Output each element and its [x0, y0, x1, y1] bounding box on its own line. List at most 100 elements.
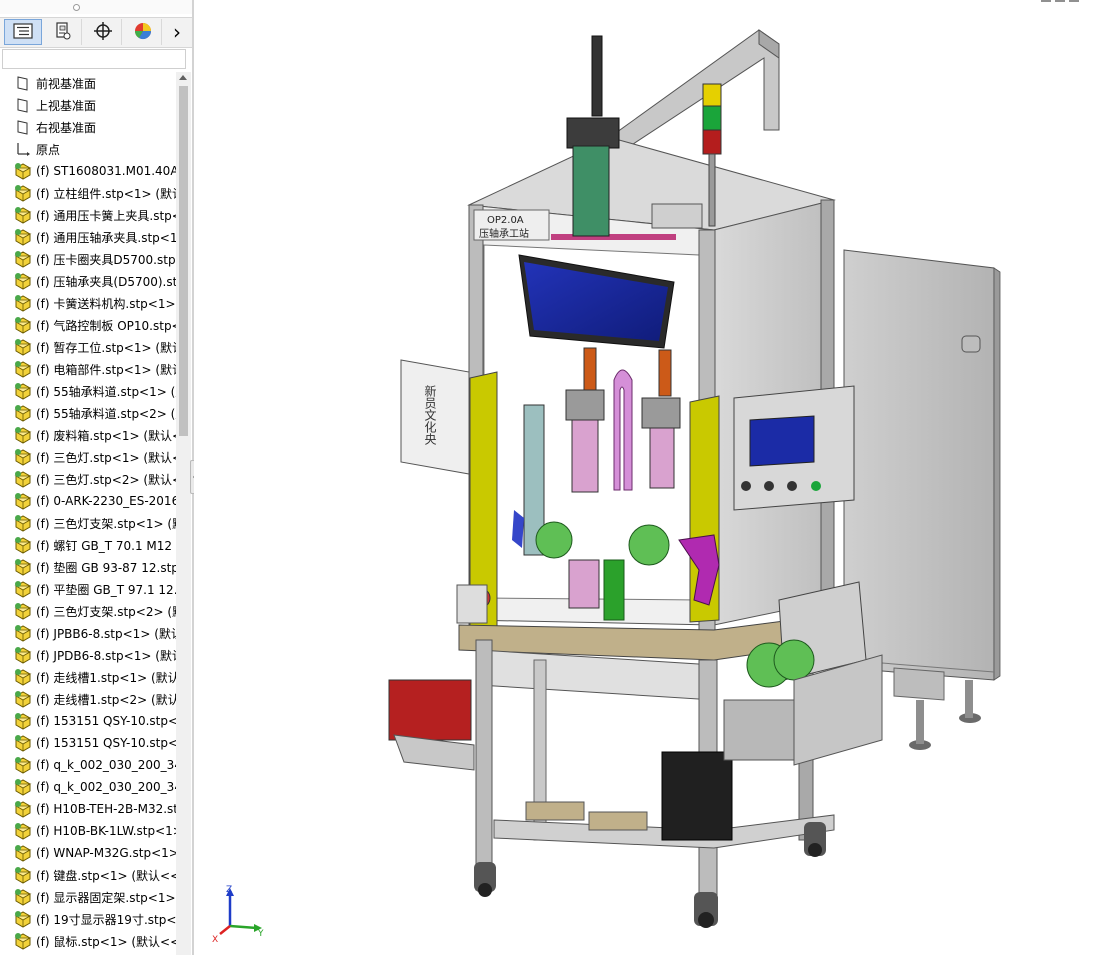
part-icon — [14, 602, 32, 620]
tree-item-part[interactable]: (f) q_k_002_030_200_34_ — [14, 776, 176, 798]
tree-item-part[interactable]: (f) 平垫圈 GB_T 97.1 12.s — [14, 578, 176, 600]
tree-item-part[interactable]: (f) 压轴承夹具(D5700).stp — [14, 270, 176, 292]
tree-item-part[interactable]: (f) H10B-BK-1LW.stp<1> — [14, 820, 176, 842]
graphics-area[interactable]: OP2.0A 压轴承工站 新员文化央 Z Y X — [194, 0, 1097, 955]
part-icon — [14, 712, 32, 730]
tree-item-part[interactable]: (f) 走线槽1.stp<1> (默认 — [14, 666, 176, 688]
tree-item-part[interactable]: (f) 三色灯支架.stp<1> (默 — [14, 512, 176, 534]
tree-item-part[interactable]: (f) 垫圈 GB 93-87 12.stp — [14, 556, 176, 578]
feature-tree-icon — [13, 22, 33, 42]
part-icon — [14, 470, 32, 488]
tree-item-plane[interactable]: 前视基准面 — [14, 72, 176, 94]
propertymanager-tab[interactable] — [44, 19, 82, 45]
tree-item-part[interactable]: (f) 显示器固定架.stp<1> — [14, 886, 176, 908]
panel-collapse-handle[interactable] — [0, 0, 192, 14]
displaymanager-tab[interactable] — [124, 19, 162, 45]
tree-item-part[interactable]: (f) 暂存工位.stp<1> (默认 — [14, 336, 176, 358]
triad-y-label: Y — [257, 929, 264, 939]
tree-item-part[interactable]: (f) 三色灯支架.stp<2> (默 — [14, 600, 176, 622]
tree-item-part[interactable]: (f) 153151 QSY-10.stp<1 — [14, 710, 176, 732]
tree-scrollbar[interactable] — [176, 72, 191, 955]
part-icon — [14, 646, 32, 664]
scroll-thumb[interactable] — [179, 86, 188, 436]
tree-item-part[interactable]: (f) q_k_002_030_200_34_ — [14, 754, 176, 776]
tree-item-part[interactable]: (f) 19寸显示器19寸.stp<1 — [14, 908, 176, 930]
tree-item-label: (f) WNAP-M32G.stp<1> — [36, 846, 176, 860]
part-icon — [14, 734, 32, 752]
tree-item-part[interactable]: (f) 废料箱.stp<1> (默认< — [14, 424, 176, 446]
tree-item-plane[interactable]: 右视基准面 — [14, 116, 176, 138]
tree-item-part[interactable]: (f) 螺钉 GB_T 70.1 M12 x — [14, 534, 176, 556]
tree-item-plane[interactable]: 上视基准面 — [14, 94, 176, 116]
tree-item-part[interactable]: (f) 153151 QSY-10.stp<2 — [14, 732, 176, 754]
tree-item-part[interactable]: (f) 0-ARK-2230_ES-2016 — [14, 490, 176, 512]
tree-item-part[interactable]: (f) H10B-TEH-2B-M32.st — [14, 798, 176, 820]
tree-item-label: (f) H10B-BK-1LW.stp<1> — [36, 824, 176, 838]
part-icon — [14, 932, 32, 950]
tree-item-part[interactable]: (f) 电箱部件.stp<1> (默认 — [14, 358, 176, 380]
tree-item-part[interactable]: (f) 键盘.stp<1> (默认<<默 — [14, 864, 176, 886]
tree-item-part[interactable]: (f) 气路控制板 OP10.stp< — [14, 314, 176, 336]
tree-item-label: (f) 55轴承料道.stp<2> (默 — [36, 406, 176, 421]
part-icon — [14, 272, 32, 290]
part-icon — [14, 668, 32, 686]
tree-item-label: (f) 通用压轴承夹具.stp<1 — [36, 230, 176, 245]
featuremanager-tab[interactable] — [4, 19, 42, 45]
part-icon — [14, 316, 32, 334]
part-icon — [14, 404, 32, 422]
tree-item-label: (f) 显示器固定架.stp<1> — [36, 890, 176, 905]
part-icon — [14, 888, 32, 906]
part-icon — [14, 448, 32, 466]
tree-item-part[interactable]: (f) 立柱组件.stp<1> (默认 — [14, 182, 176, 204]
tree-item-label: (f) 三色灯支架.stp<2> (默 — [36, 604, 176, 619]
tree-item-label: (f) 走线槽1.stp<1> (默认 — [36, 670, 176, 685]
part-icon — [14, 250, 32, 268]
tree-item-part[interactable]: (f) JPBB6-8.stp<1> (默认 — [14, 622, 176, 644]
tree-item-part[interactable]: (f) ST1608031.M01.40A.0 — [14, 160, 176, 182]
station-label-line2: 压轴承工站 — [479, 227, 529, 240]
tree-item-part[interactable]: (f) 55轴承料道.stp<2> (默 — [14, 402, 176, 424]
feature-filter-input[interactable] — [2, 49, 186, 69]
part-icon — [14, 866, 32, 884]
tree-item-part[interactable]: (f) 鼠标.stp<1> (默认<<默 — [14, 930, 176, 952]
more-tabs-button[interactable]: › — [164, 19, 190, 45]
tree-item-part[interactable]: (f) 压卡圈夹具D5700.stp< — [14, 248, 176, 270]
assembly-model[interactable]: OP2.0A 压轴承工站 新员文化央 — [194, 0, 1097, 955]
tree-item-label: (f) H10B-TEH-2B-M32.st — [36, 802, 176, 816]
tree-item-label: (f) 平垫圈 GB_T 97.1 12.s — [36, 582, 176, 597]
tree-item-label: (f) 气路控制板 OP10.stp< — [36, 318, 176, 333]
configurationmanager-tab[interactable] — [84, 19, 122, 45]
side-sign-text: 新员文化央 — [423, 384, 437, 445]
crosshair-icon — [93, 21, 112, 43]
tree-item-label: (f) 键盘.stp<1> (默认<<默 — [36, 868, 176, 883]
tree-item-label: (f) q_k_002_030_200_34_ — [36, 780, 176, 794]
tree-item-label: 右视基准面 — [36, 120, 97, 135]
tree-item-part[interactable]: (f) 通用压卡簧上夹具.stp< — [14, 204, 176, 226]
tree-item-label: (f) 暂存工位.stp<1> (默认 — [36, 340, 176, 355]
coordinate-triad: Z Y X — [212, 885, 264, 944]
part-icon — [14, 514, 32, 532]
tree-item-part[interactable]: (f) 三色灯.stp<2> (默认< — [14, 468, 176, 490]
tree-item-label: (f) 垫圈 GB 93-87 12.stp — [36, 560, 176, 575]
part-icon — [14, 844, 32, 862]
tree-item-origin[interactable]: 原点 — [14, 138, 176, 160]
tree-item-part[interactable]: (f) JPDB6-8.stp<1> (默认 — [14, 644, 176, 666]
tree-item-label: (f) 压轴承夹具(D5700).stp — [36, 274, 176, 289]
tree-item-label: (f) 55轴承料道.stp<1> (默 — [36, 384, 176, 399]
tree-item-label: (f) 19寸显示器19寸.stp<1 — [36, 912, 176, 927]
tree-item-part[interactable]: (f) 走线槽1.stp<2> (默认 — [14, 688, 176, 710]
tree-item-label: 上视基准面 — [36, 98, 97, 113]
part-icon — [14, 382, 32, 400]
scroll-up-arrow-icon[interactable] — [179, 75, 187, 80]
part-icon — [14, 910, 32, 928]
tree-item-part[interactable]: (f) 三色灯.stp<1> (默认< — [14, 446, 176, 468]
tree-item-part[interactable]: (f) 卡簧送料机构.stp<1> — [14, 292, 176, 314]
part-icon — [14, 360, 32, 378]
tree-item-part[interactable]: (f) WNAP-M32G.stp<1> — [14, 842, 176, 864]
tree-item-label: (f) 通用压卡簧上夹具.stp< — [36, 208, 176, 223]
tree-item-part[interactable]: (f) 通用压轴承夹具.stp<1 — [14, 226, 176, 248]
part-icon — [14, 690, 32, 708]
part-icon — [14, 580, 32, 598]
part-icon — [14, 426, 32, 444]
tree-item-part[interactable]: (f) 55轴承料道.stp<1> (默 — [14, 380, 176, 402]
